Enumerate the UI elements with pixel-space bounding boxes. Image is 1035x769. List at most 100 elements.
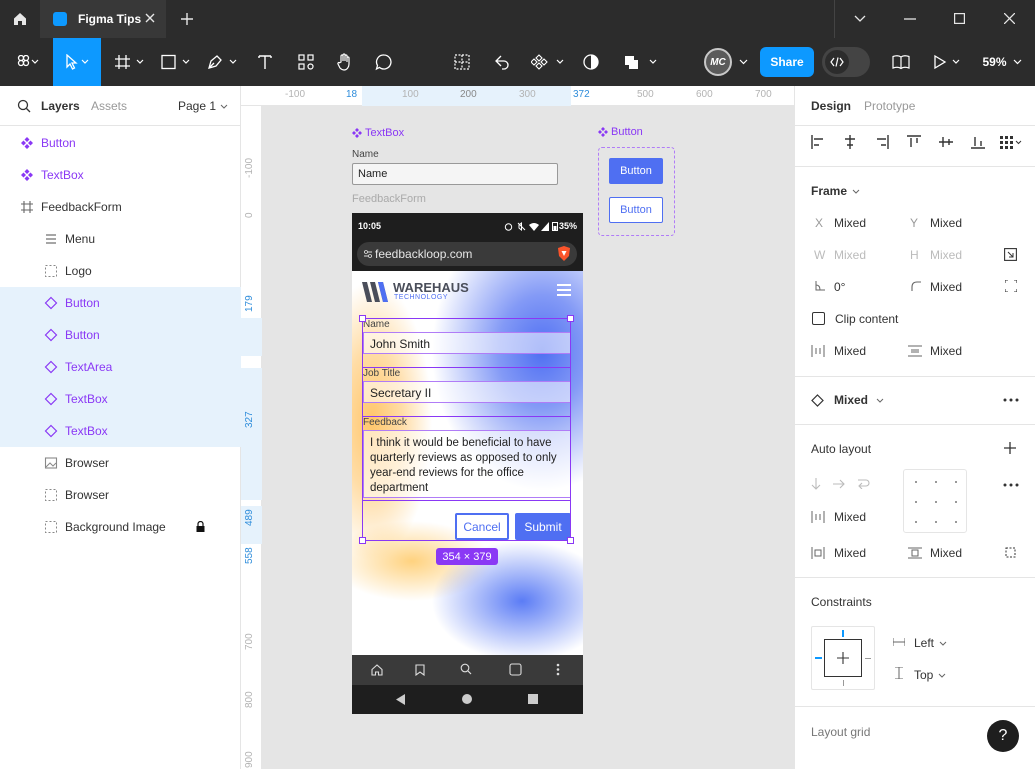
boolean-button[interactable] — [614, 38, 668, 86]
layer-row[interactable]: TextBox — [0, 383, 241, 415]
clip-content-label[interactable]: Clip content — [835, 312, 898, 326]
resize-handle[interactable] — [567, 315, 574, 322]
padding-horizontal-value[interactable]: Mixed — [834, 546, 866, 560]
library-button[interactable] — [884, 38, 918, 86]
site-settings-icon[interactable] — [363, 249, 373, 259]
layer-row[interactable]: Button — [0, 287, 241, 319]
alignment-dot[interactable] — [935, 521, 937, 523]
share-button[interactable]: Share — [760, 47, 814, 77]
more-vertical-icon[interactable] — [556, 663, 560, 676]
maximize-icon[interactable] — [954, 13, 965, 24]
user-avatar[interactable]: MC — [700, 38, 752, 86]
vertical-constraint-select[interactable]: Top — [914, 668, 946, 682]
align-top-icon[interactable] — [907, 135, 921, 149]
primary-button-variant[interactable]: Button — [609, 158, 663, 184]
main-menu-button[interactable] — [8, 38, 48, 86]
search-icon[interactable] — [17, 99, 31, 113]
secondary-button-variant[interactable]: Button — [609, 197, 663, 223]
w-value[interactable]: Mixed — [834, 248, 866, 262]
zoom-menu[interactable]: 59% — [974, 38, 1030, 86]
home-circle-icon[interactable] — [462, 694, 472, 704]
alignment-dot[interactable] — [935, 501, 937, 503]
layout-button[interactable] — [445, 38, 479, 86]
alignment-dot[interactable] — [955, 521, 957, 523]
home-icon[interactable] — [371, 664, 383, 676]
layer-row[interactable]: TextBox — [0, 415, 241, 447]
direction-right-icon[interactable] — [833, 479, 845, 489]
search-icon[interactable] — [460, 663, 472, 675]
align-center-h-icon[interactable] — [843, 135, 857, 149]
resize-handle[interactable] — [359, 537, 366, 544]
align-bottom-icon[interactable] — [971, 135, 985, 149]
frame-tool-button[interactable] — [110, 38, 150, 86]
horizontal-gap-value[interactable]: Mixed — [834, 344, 866, 358]
hamburger-menu-icon[interactable] — [557, 284, 571, 296]
components-button[interactable] — [527, 38, 571, 86]
layout-grid-title[interactable]: Layout grid — [811, 725, 870, 739]
align-left-icon[interactable] — [811, 135, 825, 149]
minimize-icon[interactable] — [904, 18, 916, 20]
independent-corners-icon[interactable] — [1005, 280, 1017, 292]
help-button[interactable]: ? — [987, 720, 1019, 752]
individual-padding-icon[interactable] — [1004, 546, 1017, 559]
dev-mode-toggle[interactable] — [822, 47, 870, 77]
brave-shield-icon[interactable] — [557, 246, 571, 262]
horizontal-constraint-select[interactable]: Left — [914, 636, 947, 650]
layer-row[interactable]: Logo — [0, 255, 241, 287]
tabs-icon[interactable] — [509, 663, 522, 676]
back-icon[interactable] — [396, 694, 406, 705]
text-tool-button[interactable] — [248, 38, 282, 86]
tab-prototype[interactable]: Prototype — [864, 99, 915, 113]
add-icon[interactable] — [1004, 442, 1016, 454]
move-tool-button[interactable] — [53, 38, 101, 86]
button-component[interactable]: Button Button Button — [597, 126, 677, 236]
comment-tool-button[interactable] — [367, 38, 401, 86]
layer-row[interactable]: Button — [0, 127, 241, 159]
tab-layers[interactable]: Layers — [41, 99, 80, 113]
align-middle-v-icon[interactable] — [939, 135, 953, 149]
more-options-icon[interactable] — [1003, 483, 1019, 487]
alignment-grid[interactable] — [903, 469, 967, 533]
url-bar[interactable]: feedbackloop.com — [357, 242, 577, 266]
clip-content-checkbox[interactable] — [812, 312, 825, 325]
vertical-gap-value[interactable]: Mixed — [930, 344, 962, 358]
close-tab-icon[interactable] — [145, 13, 155, 23]
layer-row[interactable]: Button — [0, 319, 241, 351]
spacing-value[interactable]: Mixed — [834, 510, 866, 524]
alignment-dot[interactable] — [935, 481, 937, 483]
layer-row[interactable]: TextBox — [0, 159, 241, 191]
instance-selector[interactable]: Mixed — [811, 393, 884, 407]
tab-assets[interactable]: Assets — [91, 99, 127, 113]
file-tab[interactable]: Figma Tips — [40, 0, 166, 38]
frame-label[interactable]: FeedbackForm — [352, 193, 426, 205]
h-value[interactable]: Mixed — [930, 248, 962, 262]
layer-row[interactable]: Browser — [0, 479, 241, 511]
y-value[interactable]: Mixed — [930, 216, 962, 230]
recents-icon[interactable] — [528, 694, 538, 704]
resize-handle[interactable] — [567, 537, 574, 544]
resize-handle[interactable] — [359, 315, 366, 322]
corner-radius-value[interactable]: Mixed — [930, 280, 962, 294]
layer-row[interactable]: FeedbackForm — [0, 191, 241, 223]
bookmark-icon[interactable] — [415, 664, 425, 676]
textbox-field[interactable]: Name — [352, 163, 558, 185]
canvas[interactable]: -100 18 100 200 300 372 500 600 700 -100… — [241, 86, 794, 769]
alignment-dot[interactable] — [955, 481, 957, 483]
textbox-component[interactable]: TextBox Name Name — [352, 127, 562, 187]
resources-button[interactable] — [289, 38, 323, 86]
direction-down-icon[interactable] — [811, 478, 821, 490]
resize-to-fit-icon[interactable] — [1004, 248, 1017, 261]
frame-section-header[interactable]: Frame — [811, 184, 860, 198]
layer-row[interactable]: Browser — [0, 447, 241, 479]
close-window-icon[interactable] — [1004, 13, 1015, 24]
chevron-down-icon[interactable] — [854, 15, 866, 23]
hand-tool-button[interactable] — [328, 38, 362, 86]
alignment-dot[interactable] — [915, 481, 917, 483]
tab-design[interactable]: Design — [811, 99, 851, 113]
padding-vertical-value[interactable]: Mixed — [930, 546, 962, 560]
layer-row[interactable]: TextArea — [0, 351, 241, 383]
distribute-grid-icon[interactable] — [1000, 135, 1022, 149]
present-button[interactable] — [928, 38, 968, 86]
mask-button[interactable] — [574, 38, 608, 86]
new-tab-icon[interactable] — [181, 13, 193, 25]
